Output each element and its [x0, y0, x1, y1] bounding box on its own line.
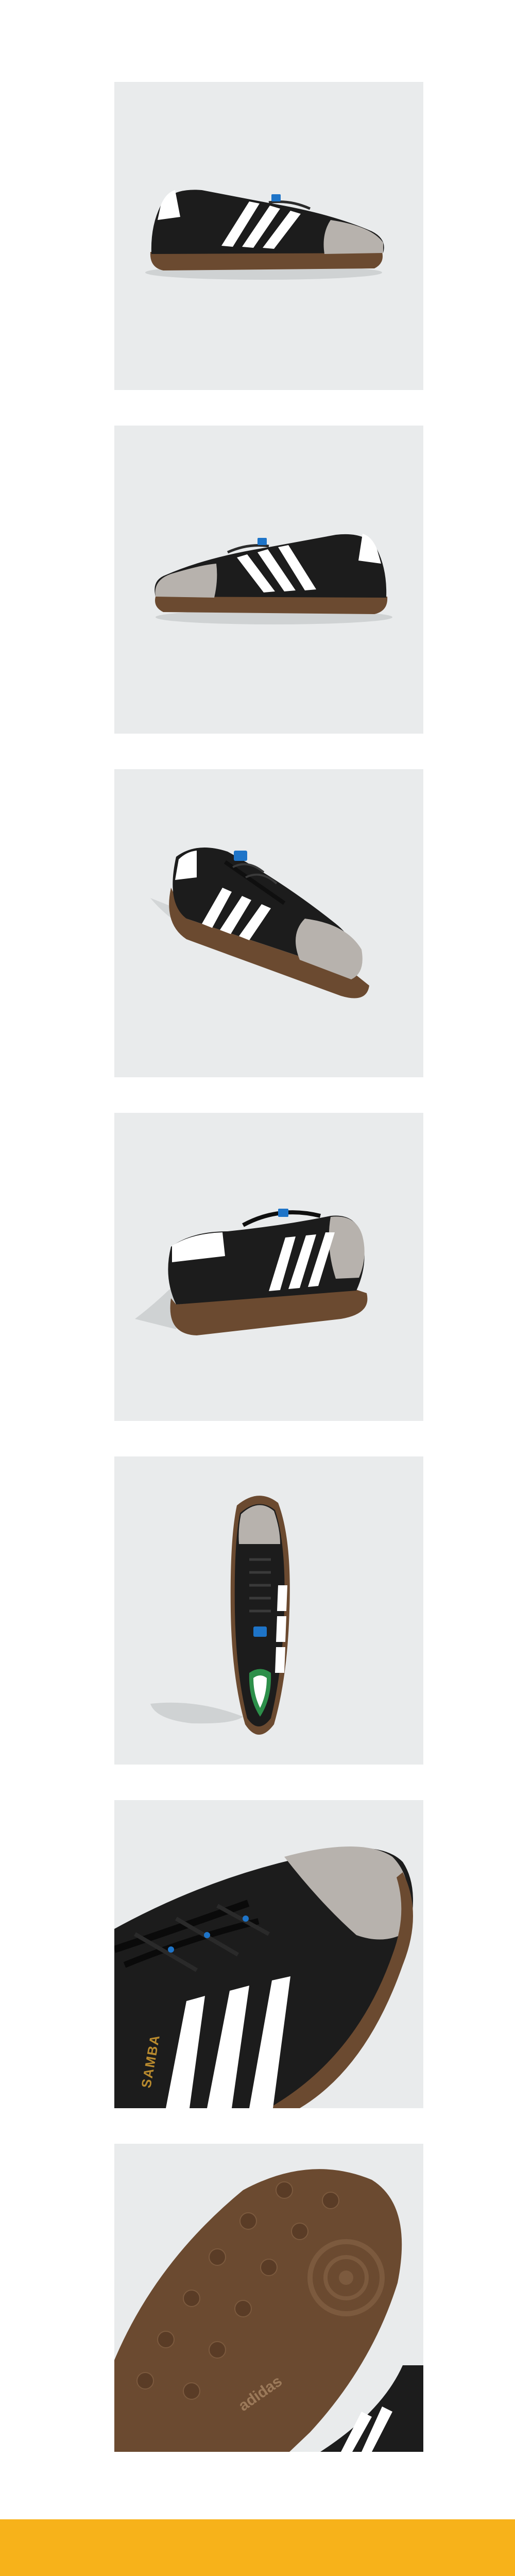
shoe-top-down-illustration [150, 1496, 290, 1735]
shoe-side-medial-illustration [154, 534, 392, 624]
shoe-back-three-quarter-illustration [135, 1209, 368, 1335]
shoe-front-three-quarter-illustration [150, 848, 369, 998]
shoe-close-up-illustration: SAMBA [114, 1846, 413, 2108]
product-image-top-down[interactable] [114, 1456, 423, 1765]
product-image-back-three-quarter[interactable] [114, 1113, 423, 1421]
shoe-side-lateral-illustration [145, 190, 384, 280]
product-image-outsole[interactable]: adidas [114, 2144, 423, 2452]
product-image-side-medial[interactable] [114, 426, 423, 734]
product-image-side-lateral[interactable] [114, 82, 423, 390]
footer-color-bar [0, 2519, 515, 2576]
product-image-close-up-stripes[interactable]: SAMBA [114, 1800, 423, 2108]
product-image-front-three-quarter[interactable] [114, 769, 423, 1077]
shoe-outsole-illustration: adidas [114, 2169, 423, 2452]
product-image-gallery: SAMBA adidas [0, 0, 515, 2576]
